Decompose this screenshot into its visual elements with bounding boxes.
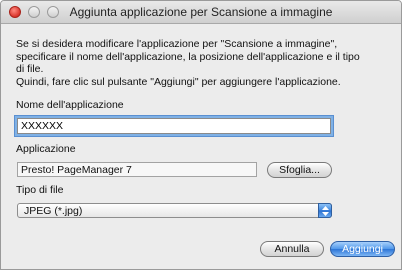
dialog-window: Aggiunta applicazione per Scansione a im… bbox=[0, 0, 402, 270]
instructions-line: di file. bbox=[16, 63, 44, 75]
title-bar[interactable]: Aggiunta applicazione per Scansione a im… bbox=[1, 1, 401, 24]
add-button[interactable]: Aggiungi bbox=[330, 241, 395, 257]
select-arrows-icon bbox=[318, 203, 332, 218]
application-label: Applicazione bbox=[16, 143, 76, 155]
cancel-button[interactable]: Annulla bbox=[260, 241, 324, 257]
instructions-line: Quindi, fare clic sul pulsante "Aggiungi… bbox=[16, 75, 341, 88]
window-title: Aggiunta applicazione per Scansione a im… bbox=[69, 5, 333, 19]
file-type-selected-value: JPEG (*.jpg) bbox=[24, 205, 83, 217]
application-name-label: Nome dell'applicazione bbox=[16, 99, 124, 111]
instructions-line: specificare il nome dell'applicazione, l… bbox=[16, 50, 360, 63]
file-type-select[interactable]: JPEG (*.jpg) bbox=[17, 203, 332, 218]
browse-button[interactable]: Sfoglia... bbox=[267, 162, 332, 178]
instructions-line: Se si desidera modificare l'applicazione… bbox=[16, 38, 338, 50]
application-name-input[interactable]: XXXXXX bbox=[17, 118, 331, 134]
file-type-label: Tipo di file bbox=[16, 184, 64, 196]
application-path-field: Presto! PageManager 7 bbox=[17, 162, 257, 177]
instructions-text: Se si desidera modificare l'applicazione… bbox=[16, 38, 391, 88]
